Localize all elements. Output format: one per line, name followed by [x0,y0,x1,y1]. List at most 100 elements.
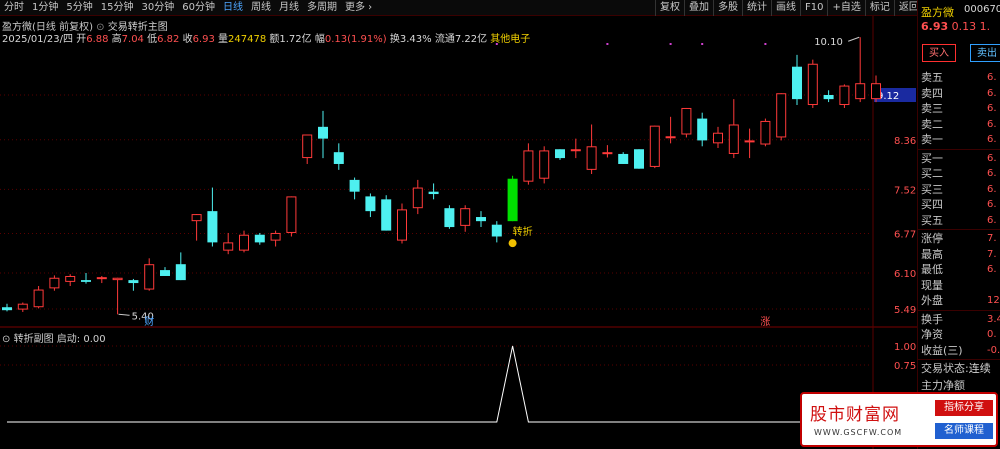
stat-row[interactable]: 现量 [921,278,1000,294]
candle-body [586,146,597,170]
candle [507,175,518,222]
candle-body [191,214,202,222]
candle-body [776,93,787,138]
high-marker-label: 10.10 [814,37,843,48]
candle-body [381,199,392,231]
candle-body [539,150,550,179]
candle [523,143,534,185]
ask-row[interactable]: 卖五 6. [921,70,1000,86]
stat-row-label: 外盘 [921,294,943,307]
bid-row-label: 买五 [921,213,943,227]
candle-body [839,85,850,106]
candle-body [81,280,91,282]
ask-row-value: 6. [987,87,997,99]
quote-panel-header: 盈方微 000670 6.93 0.13 1. [918,0,1000,33]
bid-row[interactable]: 买一 6. [921,151,1000,167]
bid-row[interactable]: 买二 6. [921,166,1000,182]
candle-body [855,83,866,100]
sell-button[interactable]: 卖出 [970,44,1000,62]
divider [918,229,1000,230]
watermark-tag-course: 名师课程 [935,423,993,439]
divider [918,359,1000,360]
bid-row-label: 买四 [921,198,943,211]
stat-row[interactable]: 收益(三) -0. [921,343,1000,359]
sub-indicator-settings-icon[interactable]: ⊙ [2,334,10,345]
candle [96,275,107,284]
candle-body [270,232,281,241]
candle [760,118,771,147]
candle-body [713,132,723,144]
candle [444,205,455,229]
quote-panel: 盈方微 000670 6.93 0.13 1. 买入 卖出 卖五 6. 卖四 6. 卖三… [917,0,1000,449]
y-tick-label: 8.36 [894,136,916,147]
candle-body [681,107,692,135]
ask-row[interactable]: 卖二 6. [921,117,1000,133]
bid-row[interactable]: 买五 6. [921,213,1000,229]
candle [381,195,392,231]
event-marker: 涨 [760,316,770,328]
bid-row[interactable]: 买三 6. [921,182,1000,198]
ask-row[interactable]: 卖一 6. [921,132,1000,148]
ask-row-label: 卖四 [921,86,943,100]
candle [618,152,629,164]
candle-body [302,134,313,159]
buy-button[interactable]: 买入 [922,44,956,62]
stat-row-value: 0. [987,329,997,340]
ask-row[interactable]: 卖四 6. [921,86,1000,102]
candle-body [223,242,234,251]
stat-row-label: 涨停 [921,232,943,245]
ask-row-value: 6. [987,118,997,130]
high-marker-line [848,36,860,42]
candle-body [728,124,739,154]
candle-body [618,153,629,164]
low-marker-line [118,313,130,316]
candle-body [128,280,139,284]
candle [223,232,234,255]
bid-row-label: 买一 [921,151,943,165]
candle-body [333,152,344,164]
candlestick-chart[interactable]: 9.128.367.526.776.105.499.1210.105.40转折财… [0,0,917,449]
candle [823,90,834,103]
bid-row-value: 6. [987,214,997,226]
candle [776,93,787,141]
ask-row[interactable]: 卖三 6. [921,101,1000,117]
candle [65,274,76,287]
signal-dot [495,43,498,45]
signal-dot [669,43,672,45]
candle [665,116,676,144]
stat-row-value: 1246 [987,295,1000,306]
y-tick-label: 7.52 [894,185,916,196]
sub-indicator-name[interactable]: 转折副图 [14,334,54,345]
stat-row[interactable]: 净资 0. [921,327,1000,343]
stat-row-label: 最高 [921,247,943,261]
candle [207,187,218,247]
candle [412,179,423,215]
candle-body [649,125,660,167]
bid-row-label: 买三 [921,182,943,196]
stat-row[interactable]: 最高 7. [921,247,1000,263]
sub-indicator-value: 0.00 [83,334,106,345]
stat-row[interactable]: 涨停 7. [921,231,1000,247]
stat-row-value: 3.4 [987,313,1000,325]
candle [49,275,60,291]
quote-panel-code: 000670 [964,4,1000,15]
stat-row[interactable]: 外盘 1246 [921,293,1000,309]
bid-row[interactable]: 买四 6. [921,197,1000,213]
sub-indicator-param: 启动: [56,334,81,345]
quote-panel-name: 盈方微 [921,6,954,19]
trade-status-label: 交易状态: [921,362,969,375]
candle-body [744,140,755,143]
trade-buttons: 买入 卖出 [918,44,1000,64]
stat-row-label: 现量 [921,278,943,292]
candle-body [318,126,328,139]
candle [33,286,44,309]
sub-y-tick-label: 0.75 [894,361,916,372]
candle-body [476,217,486,222]
candle-body [286,196,297,233]
candle-body [491,224,502,237]
candle-body [507,178,518,222]
stat-row[interactable]: 换手 3.4 [921,312,1000,328]
stat-row[interactable]: 最低 6. [921,262,1000,278]
trade-status-value: 连续 [968,362,991,375]
y-tick-label: 5.49 [894,305,916,316]
